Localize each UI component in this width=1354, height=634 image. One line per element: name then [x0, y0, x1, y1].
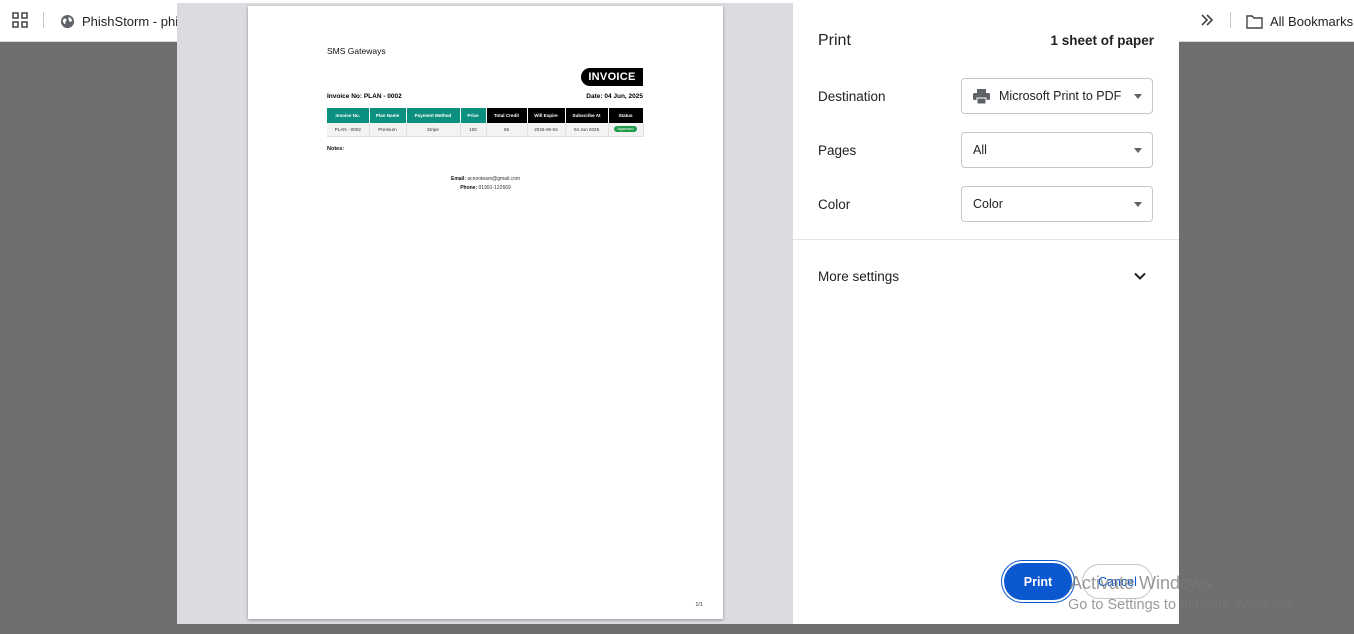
doc-company-name: SMS Gateways [327, 46, 386, 56]
bookmark-label: PhishStorm - phish [82, 13, 192, 29]
preview-page: SMS Gateways INVOICE Invoice No: PLAN - … [248, 6, 723, 619]
doc-invoice-number: Invoice No: PLAN - 0002 [327, 93, 402, 100]
print-dialog: SMS Gateways INVOICE Invoice No: PLAN - … [177, 3, 1179, 624]
table-header: Payment Method [406, 108, 461, 123]
more-settings-toggle[interactable]: More settings [818, 265, 1154, 287]
doc-email-label: Email: [450, 176, 466, 182]
table-cell: Approved [608, 123, 644, 137]
table-cell: 100 [460, 123, 487, 137]
table-cell: 2026-06-04 [527, 123, 566, 137]
table-cell: 65 [486, 123, 528, 137]
print-title: Print [818, 32, 851, 49]
print-settings-panel: Print 1 sheet of paper Destination Micro… [793, 3, 1179, 624]
apps-grid-icon[interactable] [12, 12, 28, 28]
doc-phone-value: 01991-122669 [478, 185, 511, 191]
all-bookmarks-label: All Bookmarks [1270, 13, 1354, 29]
doc-invoice-date: Date: 04 Jun, 2025 [586, 93, 643, 100]
destination-select[interactable]: Microsoft Print to PDF [961, 78, 1153, 114]
status-badge: Approved [614, 126, 637, 133]
pages-label: Pages [818, 143, 857, 158]
sheet-count: 1 sheet of paper [1050, 33, 1154, 48]
doc-invoice-table: Invoice No. Plan Name Payment Method Pri… [327, 108, 644, 137]
globe-icon [60, 14, 75, 28]
table-cell: Premium [369, 123, 407, 137]
doc-page-number: 1/1 [695, 602, 703, 608]
pages-select[interactable]: All [961, 132, 1153, 168]
chevron-down-icon [1134, 272, 1146, 280]
chevron-down-icon [1134, 94, 1142, 99]
table-header-row: Invoice No. Plan Name Payment Method Pri… [327, 108, 644, 123]
table-header: Will Expire [527, 108, 566, 123]
doc-phone-label: Phone: [460, 185, 478, 191]
activate-windows-title: Activate Windows [1070, 573, 1213, 593]
printer-icon [973, 88, 990, 104]
table-row: PLAN - 0002 Premium Stripe 100 65 2026-0… [327, 123, 644, 137]
doc-email-line: Email: acnooteam@gmail.com [248, 176, 723, 182]
chevron-down-icon [1134, 148, 1142, 153]
color-value: Color [973, 197, 1003, 211]
more-bookmarks-icon[interactable] [1199, 12, 1215, 28]
chevron-down-icon [1134, 202, 1142, 207]
table-header: Subscribe At [565, 108, 609, 123]
table-cell: Stripe [406, 123, 461, 137]
more-settings-label: More settings [818, 268, 900, 284]
destination-value: Microsoft Print to PDF [999, 89, 1122, 103]
bookmark-phishstorm[interactable]: PhishStorm - phish [60, 11, 192, 31]
print-button[interactable]: Print [1004, 563, 1072, 600]
color-label: Color [818, 197, 851, 212]
activate-windows-subtitle: Go to Settings to activate Windows. [1068, 597, 1297, 613]
doc-email-value: acnooteam@gmail.com [467, 176, 520, 182]
doc-phone-line: Phone: 01991-122669 [248, 185, 723, 191]
doc-notes-label: Notes: [327, 146, 345, 152]
table-cell: PLAN - 0002 [327, 123, 370, 137]
bookmarks-separator [1230, 12, 1231, 28]
color-select[interactable]: Color [961, 186, 1153, 222]
print-preview-area[interactable]: SMS Gateways INVOICE Invoice No: PLAN - … [177, 3, 793, 624]
table-header: Plan Name [369, 108, 407, 123]
table-header: Price [460, 108, 487, 123]
doc-invoice-badge: INVOICE [581, 68, 643, 86]
table-cell: 04 Jun 2025 [565, 123, 609, 137]
table-header: Status [608, 108, 644, 123]
settings-divider [793, 239, 1179, 240]
bookmarks-separator [43, 12, 44, 28]
destination-label: Destination [818, 89, 886, 104]
pages-value: All [973, 143, 987, 157]
table-header: Invoice No. [327, 108, 370, 123]
table-header: Total Credit [486, 108, 528, 123]
folder-icon [1246, 14, 1263, 29]
all-bookmarks-button[interactable]: All Bookmarks [1246, 11, 1353, 31]
